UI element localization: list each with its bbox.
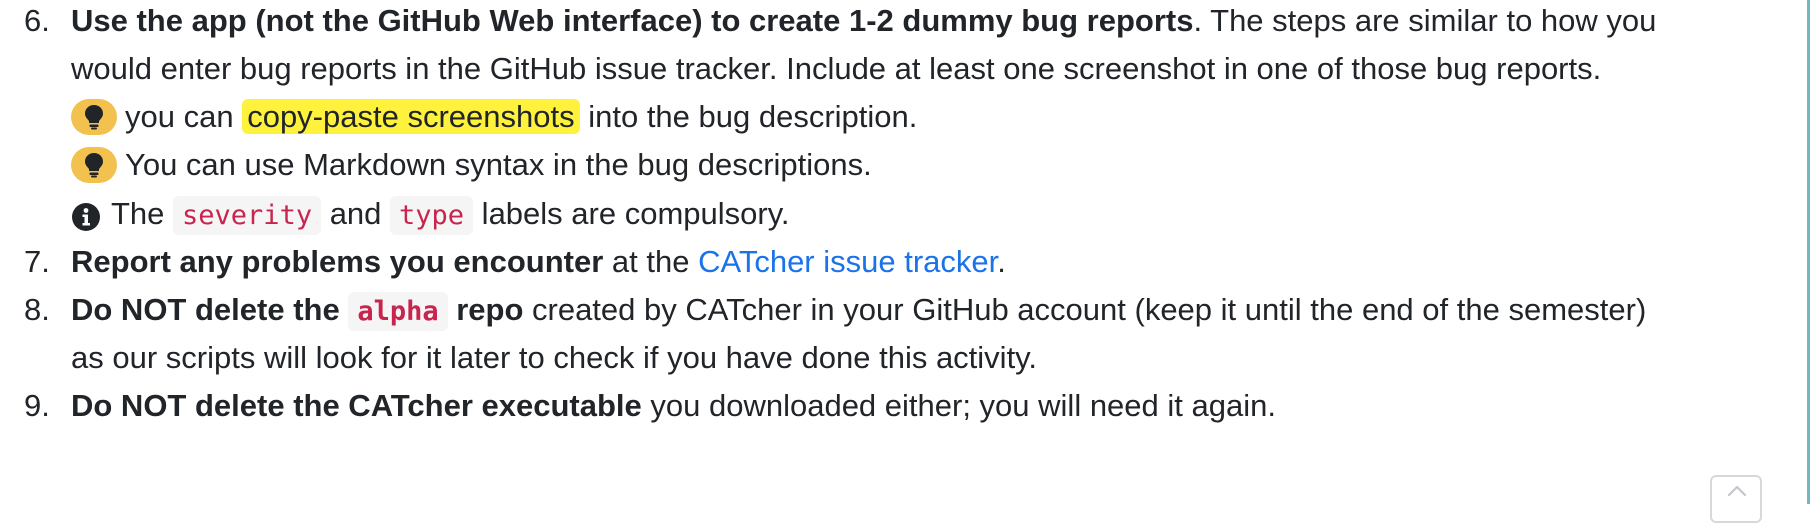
back-to-top-button[interactable] [1710, 475, 1762, 523]
tip-1-before: you can [125, 99, 243, 134]
tip-1-highlight: copy-paste screenshots [242, 99, 580, 134]
tip-2-text: You can use Markdown syntax in the bug d… [125, 147, 872, 182]
step-9-bold: Do NOT delete the CATcher executable [71, 388, 642, 423]
step-8-text: created by CATcher in your GitHub accoun… [523, 292, 1647, 327]
step-8-bold: Do NOT delete the [71, 292, 349, 327]
info-circle-icon [71, 198, 101, 231]
step-number: 7. [24, 244, 50, 279]
step-6-line-2: would enter bug reports in the GitHub is… [71, 51, 1602, 86]
lightbulb-icon [71, 98, 117, 135]
step-7-bold: Report any problems you encounter [71, 244, 604, 279]
catcher-issue-tracker-link[interactable]: CATcher issue tracker [698, 244, 997, 279]
severity-code: severity [173, 196, 322, 235]
step-6-text: . The steps are similar to how you [1193, 3, 1657, 38]
step-number: 8. [24, 292, 50, 327]
step-8-bold-repo: repo [447, 292, 524, 327]
alpha-code: alpha [348, 292, 448, 331]
chevron-up-icon [1727, 485, 1747, 497]
tip-2: You can use Markdown syntax in the bug d… [71, 141, 872, 189]
tip-1-after: into the bug description. [579, 99, 918, 134]
step-number: 9. [24, 388, 50, 423]
type-code: type [390, 196, 474, 235]
tip-1: you can copy-paste screenshots into the … [71, 93, 917, 141]
step-7-text: at the [603, 244, 699, 279]
step-9-text: you downloaded either; you will need it … [641, 388, 1276, 423]
step-7-period: . [997, 244, 1006, 279]
info-note: The severity and type labels are compuls… [71, 190, 790, 238]
info-before: The [111, 196, 174, 231]
step-8-line-2: as our scripts will look for it later to… [71, 340, 1037, 375]
lightbulb-icon [71, 146, 117, 183]
step-number: 6. [24, 3, 50, 38]
info-after: labels are compulsory. [473, 196, 790, 231]
step-6-bold: Use the app (not the GitHub Web interfac… [71, 3, 1194, 38]
info-middle: and [321, 196, 391, 231]
